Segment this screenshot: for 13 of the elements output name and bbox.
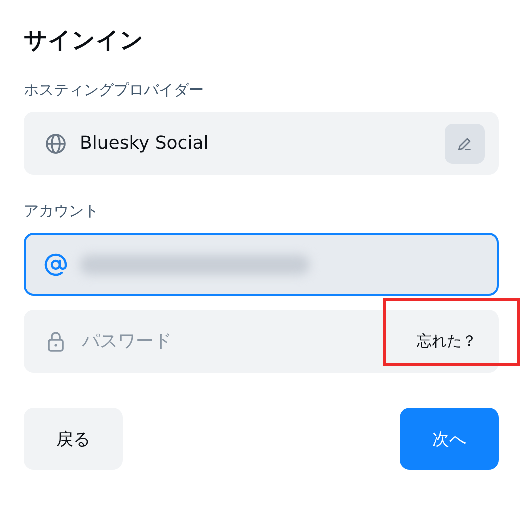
edit-button[interactable] xyxy=(445,124,485,164)
account-field[interactable] xyxy=(24,233,499,296)
provider-value: Bluesky Social xyxy=(80,133,209,154)
page-title: サインイン xyxy=(24,27,145,56)
field-label: ホスティングプロバイダー xyxy=(24,80,205,100)
at-sign-icon xyxy=(44,252,68,276)
globe-icon xyxy=(44,132,68,156)
provider-field[interactable]: Bluesky Social xyxy=(24,112,499,175)
field-label: アカウント xyxy=(24,201,100,221)
back-button[interactable]: 戻る xyxy=(24,408,123,470)
forgot-link[interactable]: 忘れた？ xyxy=(409,322,485,361)
password-field[interactable]: パスワード 忘れた？ xyxy=(24,310,499,373)
next-button[interactable]: 次へ xyxy=(400,408,499,470)
